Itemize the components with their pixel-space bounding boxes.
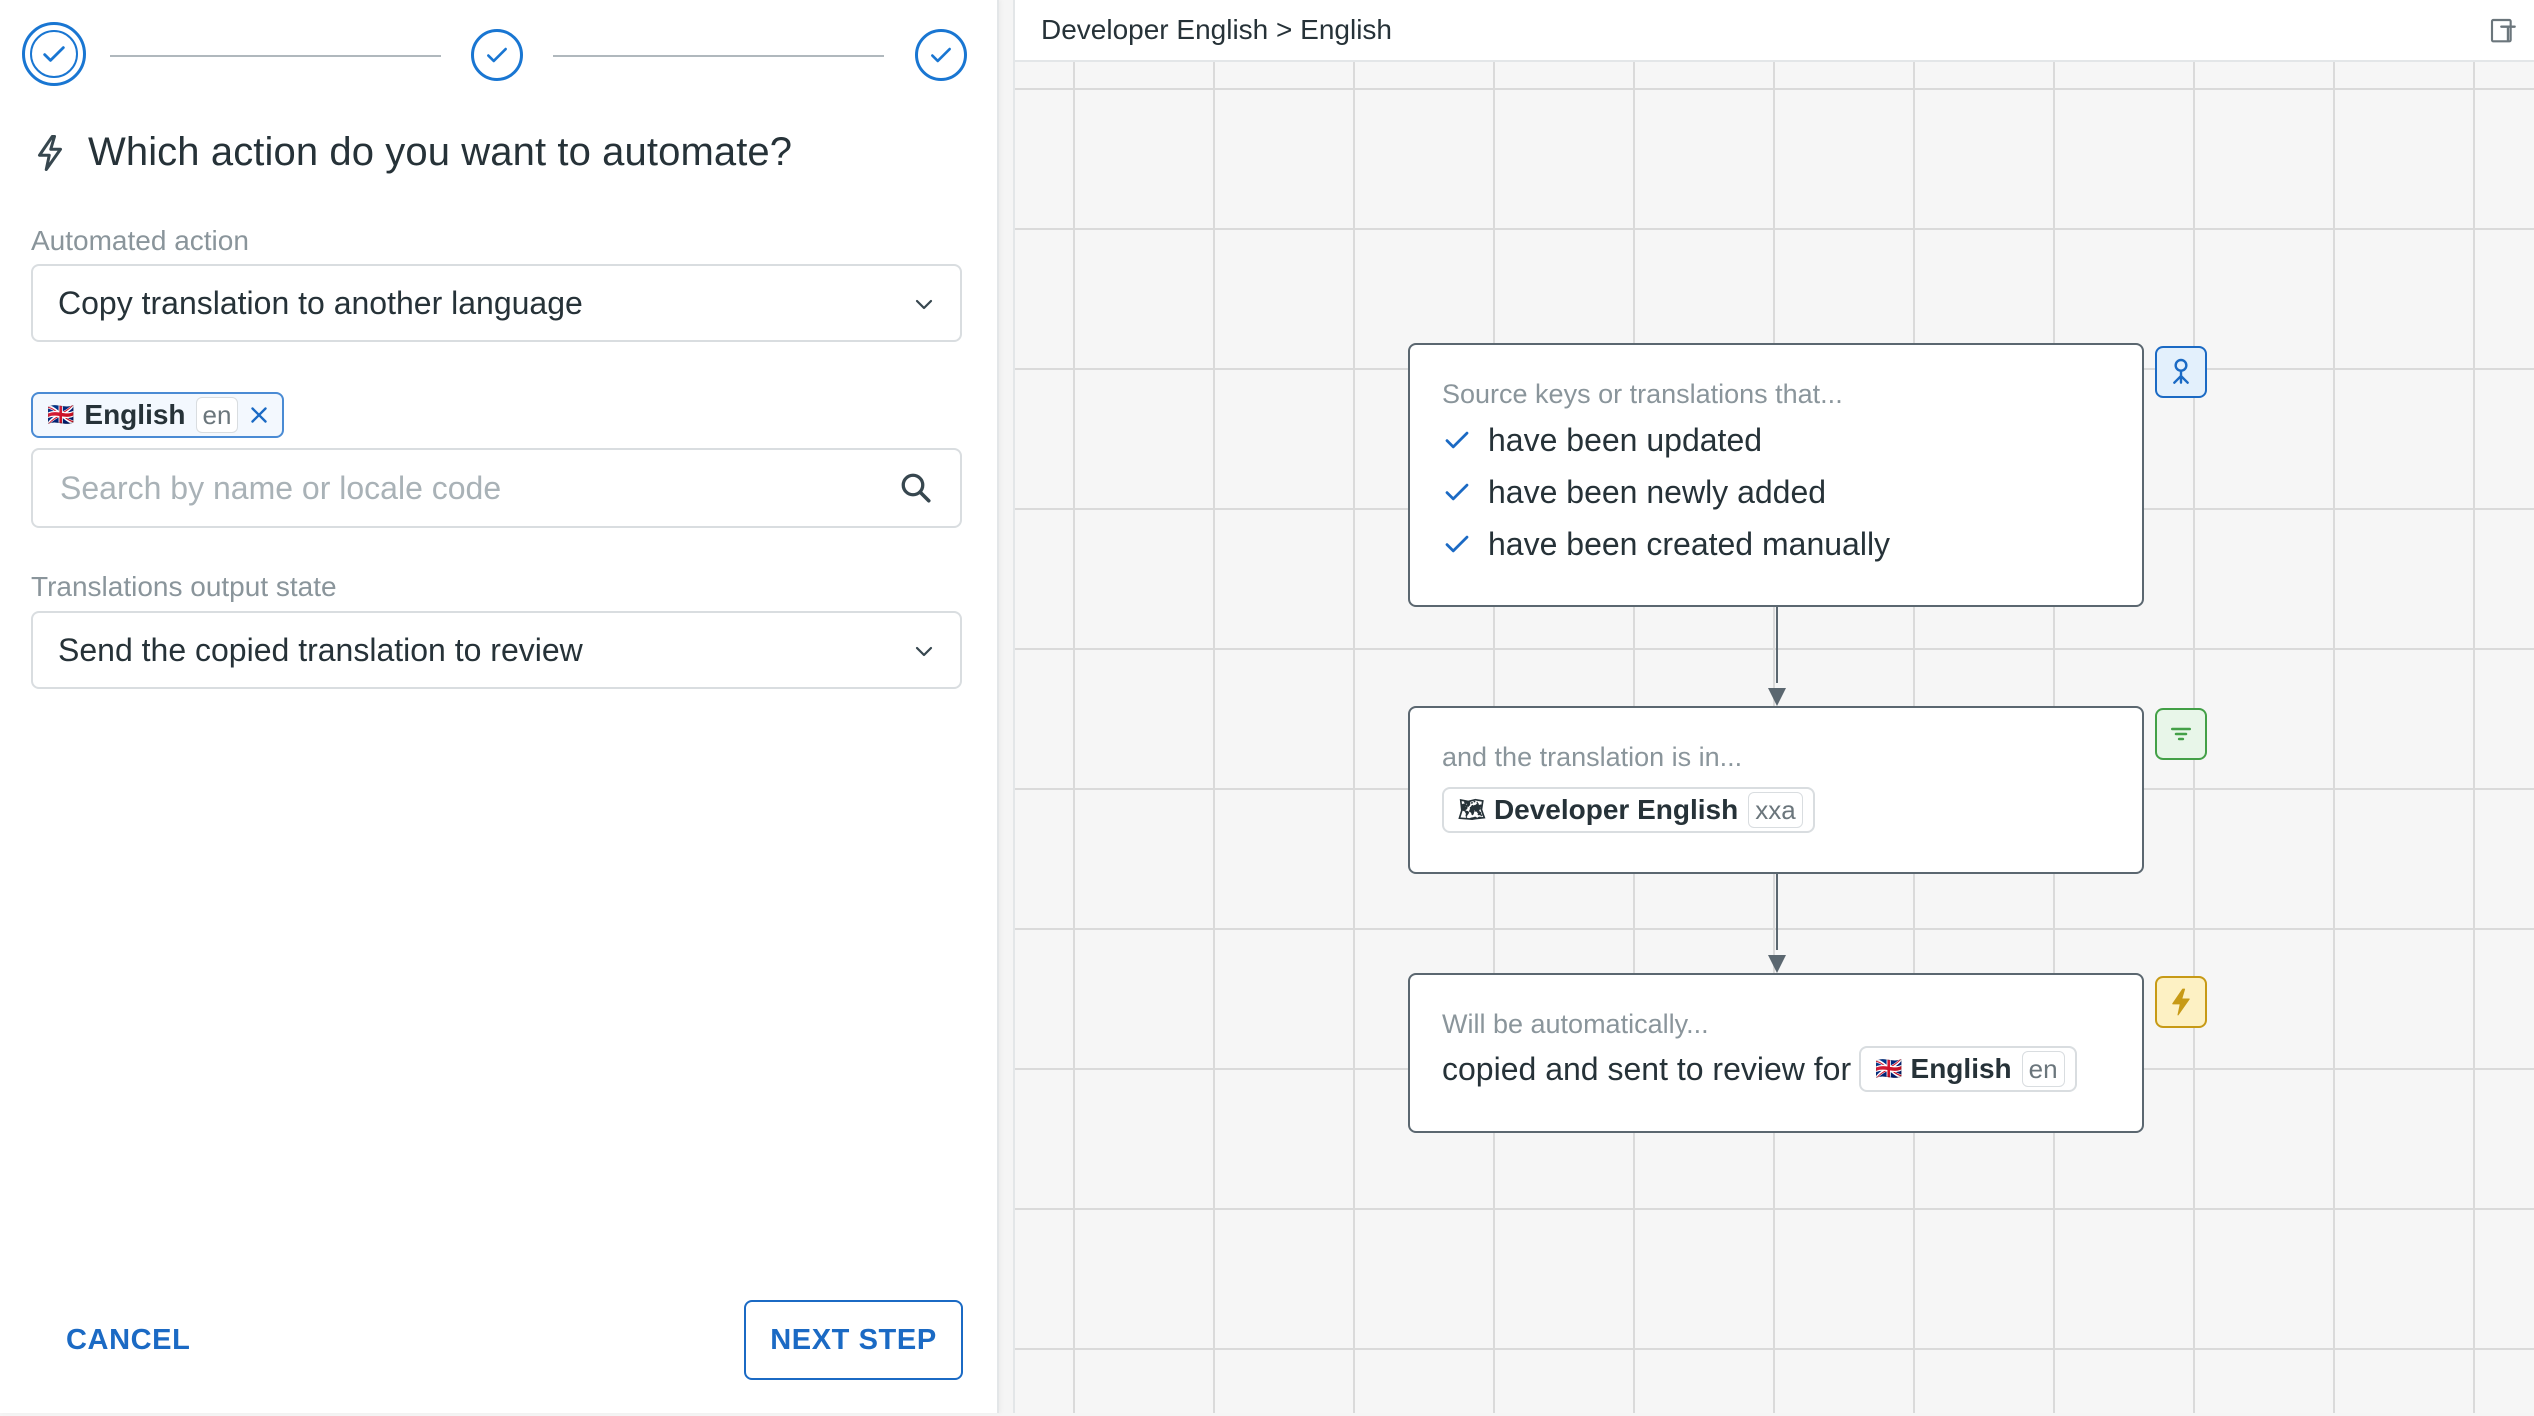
filter-node[interactable]: and the translation is in... 🗺 Developer… xyxy=(1408,706,2144,874)
search-icon[interactable] xyxy=(898,470,934,506)
close-icon[interactable] xyxy=(246,402,272,428)
wizard-stepper xyxy=(22,22,968,90)
check-icon xyxy=(1445,431,1469,449)
condition-label: have been created manually xyxy=(1488,525,1891,562)
automated-action-select[interactable]: Copy translation to another language xyxy=(31,264,962,342)
trigger-condition: have been created manually xyxy=(1442,518,2110,570)
check-icon xyxy=(43,46,65,62)
filter-icon xyxy=(2171,727,2191,741)
action-description: copied and sent to review for 🇬🇧 English… xyxy=(1442,1046,2110,1092)
output-state-value: Send the copied translation to review xyxy=(58,631,583,668)
locale-name: Developer English xyxy=(1493,794,1739,825)
automation-preview-canvas: Developer English > English Source keys … xyxy=(1013,0,2534,1413)
step-1-indicator[interactable] xyxy=(22,22,86,86)
step-3-indicator[interactable] xyxy=(915,29,967,81)
selected-language-chip[interactable]: 🇬🇧 English en xyxy=(31,392,285,438)
check-icon xyxy=(931,47,951,63)
language-search-box[interactable] xyxy=(31,448,962,528)
canvas-header: Developer English > English xyxy=(1015,0,2534,62)
flow-connector xyxy=(1776,874,1778,950)
locale-name: English xyxy=(1910,1053,2012,1084)
language-code: en xyxy=(195,397,239,433)
trigger-node[interactable]: Source keys or translations that... have… xyxy=(1408,343,2144,607)
language-search-input[interactable] xyxy=(58,468,882,508)
lightning-bolt-icon xyxy=(38,134,62,171)
panel-toggle-icon[interactable] xyxy=(2488,16,2520,48)
check-icon xyxy=(1445,535,1469,553)
automated-action-label: Automated action xyxy=(31,225,249,256)
output-state-label: Translations output state xyxy=(31,571,337,602)
page-title: Which action do you want to automate? xyxy=(88,130,793,174)
check-icon xyxy=(1445,483,1469,501)
flow-connector xyxy=(1776,607,1778,683)
uk-flag-icon: 🇬🇧 xyxy=(47,402,75,427)
chevron-down-icon xyxy=(915,299,933,310)
filter-caption: and the translation is in... xyxy=(1442,742,1743,772)
locale-chip: 🗺 Developer English xxa xyxy=(1442,787,1815,833)
trigger-caption: Source keys or translations that... xyxy=(1442,379,1843,409)
uk-flag-icon: 🇬🇧 xyxy=(1875,1056,1903,1081)
step-connector xyxy=(110,55,441,57)
locale-flag-icon: 🗺 xyxy=(1458,797,1486,822)
condition-label: have been newly added xyxy=(1488,473,1827,510)
output-state-select[interactable]: Send the copied translation to review xyxy=(31,611,962,689)
locale-code: xxa xyxy=(1748,792,1803,828)
breadcrumb: Developer English > English xyxy=(1041,14,1392,45)
cancel-button[interactable]: CANCEL xyxy=(44,1300,212,1380)
action-node[interactable]: Will be automatically... copied and sent… xyxy=(1408,973,2144,1133)
automation-wizard-panel: Which action do you want to automate? Au… xyxy=(0,0,999,1413)
step-2-indicator[interactable] xyxy=(471,29,523,81)
arrow-down-icon xyxy=(1768,688,1786,706)
filter-badge[interactable] xyxy=(2155,708,2207,760)
condition-label: have been updated xyxy=(1488,421,1763,458)
locale-code: en xyxy=(2021,1051,2065,1087)
trigger-badge[interactable] xyxy=(2155,346,2207,398)
check-icon xyxy=(487,47,507,63)
action-caption: Will be automatically... xyxy=(1442,1009,1709,1039)
step-heading: Which action do you want to automate? xyxy=(32,130,792,175)
step-connector xyxy=(553,55,884,57)
arrow-down-icon xyxy=(1768,955,1786,973)
trigger-condition: have been newly added xyxy=(1442,466,2110,518)
chevron-down-icon xyxy=(915,646,933,657)
action-badge[interactable] xyxy=(2155,976,2207,1028)
locale-chip: 🇬🇧 English en xyxy=(1859,1046,2077,1092)
person-tree-icon xyxy=(2173,358,2189,384)
automated-action-value: Copy translation to another language xyxy=(58,284,583,321)
trigger-condition: have been updated xyxy=(1442,414,2110,466)
action-text: copied and sent to review for xyxy=(1442,1050,1852,1087)
next-step-button[interactable]: NEXT STEP xyxy=(744,1300,963,1380)
lightning-bolt-icon xyxy=(2172,988,2190,1016)
language-name: English xyxy=(84,399,186,430)
